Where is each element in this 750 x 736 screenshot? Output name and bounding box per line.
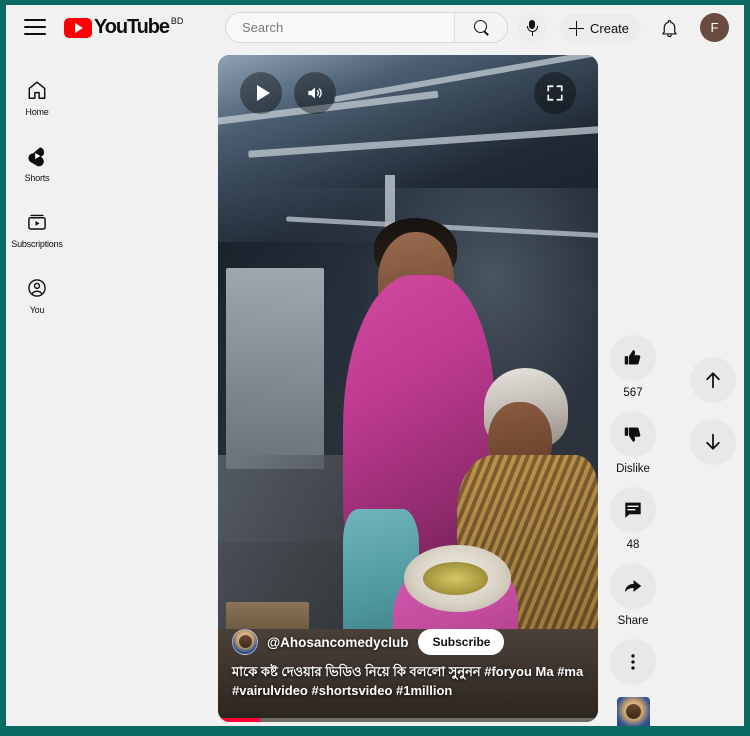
arrow-down-icon — [706, 433, 720, 450]
voice-search-button[interactable] — [517, 13, 547, 43]
search-area — [225, 12, 508, 43]
like-button[interactable] — [610, 335, 656, 381]
comments-action: 48 — [609, 487, 657, 551]
previous-short-button[interactable] — [690, 357, 736, 403]
youtube-logo-text: YouTube — [94, 15, 170, 38]
play-icon — [256, 85, 270, 101]
sidebar-item-shorts[interactable]: Shorts — [6, 132, 68, 194]
more-vertical-icon — [631, 654, 635, 670]
channel-avatar[interactable] — [232, 629, 258, 655]
search-box[interactable] — [225, 12, 454, 43]
channel-handle[interactable]: @Ahosancomedyclub — [267, 635, 408, 650]
shorts-icon — [25, 144, 49, 168]
shorts-video-player[interactable]: @Ahosancomedyclub Subscribe মাকে কষ্ট দে… — [218, 55, 598, 722]
top-navigation-bar: YouTube BD Create F — [6, 5, 744, 48]
app-frame: YouTube BD Create F — [6, 5, 744, 726]
search-input[interactable] — [242, 20, 432, 35]
share-arrow-icon — [624, 580, 642, 593]
video-progress-fill — [218, 718, 260, 722]
channel-thumbnail-button[interactable] — [616, 697, 650, 726]
sidebar-item-label: Shorts — [24, 172, 50, 183]
channel-row: @Ahosancomedyclub Subscribe — [232, 629, 584, 655]
account-circle-icon — [25, 276, 49, 300]
video-action-rail: 567 Dislike 48 Share — [609, 335, 657, 726]
video-metadata: @Ahosancomedyclub Subscribe মাকে কষ্ট দে… — [232, 629, 584, 700]
comments-button[interactable] — [610, 487, 656, 533]
sidebar-item-you[interactable]: You — [6, 264, 68, 326]
thumbs-down-icon — [624, 427, 641, 442]
plus-icon — [569, 21, 584, 36]
comment-count: 48 — [626, 539, 640, 551]
avatar-letter: F — [710, 20, 719, 35]
home-icon — [25, 78, 49, 102]
subscriptions-icon — [25, 210, 49, 234]
dislike-action: Dislike — [609, 411, 657, 475]
youtube-logo[interactable]: YouTube BD — [64, 16, 183, 38]
create-button-label: Create — [590, 21, 630, 36]
video-frame — [218, 55, 598, 722]
share-button[interactable] — [610, 563, 656, 609]
more-action — [609, 639, 657, 685]
notifications-button[interactable] — [656, 15, 682, 41]
hamburger-menu-icon[interactable] — [24, 18, 46, 35]
arrow-up-icon — [706, 372, 720, 389]
share-action: Share — [609, 563, 657, 627]
sidebar-item-label: Subscriptions — [11, 238, 63, 249]
like-action: 567 — [609, 335, 657, 399]
volume-on-icon — [308, 87, 322, 99]
video-description[interactable]: মাকে কষ্ট দেওয়ার ভিডিও নিয়ে কি বললো সু… — [232, 662, 584, 700]
sidebar-item-subscriptions[interactable]: Subscriptions — [6, 198, 68, 260]
sidebar-item-home[interactable]: Home — [6, 66, 68, 128]
dislike-label: Dislike — [616, 463, 650, 475]
shorts-navigation — [690, 357, 736, 481]
sidebar-item-label: You — [29, 304, 45, 315]
dislike-button[interactable] — [610, 411, 656, 457]
user-avatar[interactable]: F — [700, 13, 729, 42]
next-short-button[interactable] — [690, 419, 736, 465]
bell-icon — [661, 19, 677, 37]
play-button[interactable] — [240, 72, 282, 114]
youtube-country-code: BD — [170, 15, 184, 26]
youtube-play-icon — [64, 17, 92, 38]
subscribe-button[interactable]: Subscribe — [418, 629, 505, 655]
video-progress-bar[interactable] — [218, 718, 598, 722]
comment-icon — [625, 502, 641, 518]
sidebar-navigation: Home Shorts Subscriptions You — [6, 48, 68, 726]
share-label: Share — [617, 615, 649, 627]
search-button[interactable] — [454, 12, 508, 43]
volume-button[interactable] — [294, 72, 336, 114]
create-button[interactable]: Create — [559, 14, 642, 43]
more-options-button[interactable] — [610, 639, 656, 685]
search-icon — [473, 20, 489, 35]
fullscreen-button[interactable] — [534, 72, 576, 114]
fullscreen-icon — [547, 85, 563, 101]
microphone-icon — [526, 20, 539, 36]
thumbs-up-icon — [624, 350, 641, 365]
sidebar-item-label: Home — [25, 106, 49, 117]
like-count: 567 — [623, 387, 643, 399]
